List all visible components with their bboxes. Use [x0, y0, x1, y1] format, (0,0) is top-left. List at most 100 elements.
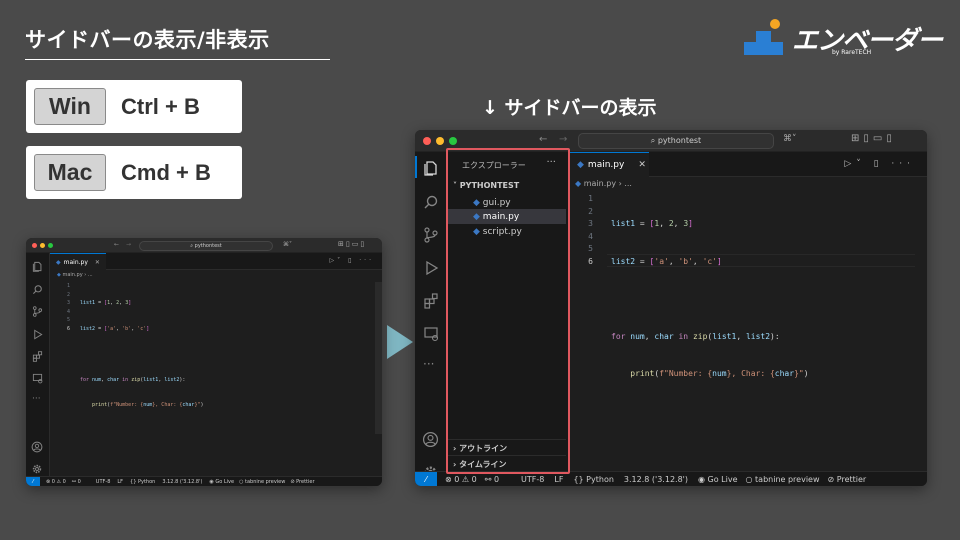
search-text: pythontest — [194, 243, 222, 249]
back-arrow-icon[interactable]: ← — [114, 241, 119, 248]
tab-bar: ◆ main.py ✕ ▷˅ ▯ ··· — [50, 253, 382, 270]
line-number: 5 — [66, 317, 70, 323]
line-number: 6 — [66, 325, 70, 332]
extensions-icon[interactable] — [32, 351, 43, 362]
minimize-window-button[interactable] — [40, 243, 45, 248]
encoding-status[interactable]: UTF-8 — [96, 479, 111, 485]
interpreter-status[interactable]: 3.12.8 ('3.12.8') — [624, 475, 688, 484]
code-line: list1 = [1, 2, 3] — [611, 219, 693, 228]
shortcut-card-mac: Mac Cmd + B — [26, 146, 242, 199]
more-icon[interactable]: ··· — [423, 357, 434, 371]
remote-explorer-icon[interactable] — [423, 326, 439, 342]
code-editor[interactable]: list1 = [1, 2, 3] list2 = ['a', 'b', 'c'… — [611, 193, 809, 443]
editor-scrollbar[interactable] — [375, 282, 382, 434]
minimize-window-button[interactable] — [436, 137, 444, 145]
line-number: 4 — [588, 231, 593, 241]
go-live-button[interactable]: ◉ Go Live — [209, 479, 234, 485]
code-line: print(f"Number: {num}, Char: {char}") — [92, 402, 204, 408]
python-file-icon: ◆ — [57, 272, 61, 278]
prettier-status[interactable]: ⊘ Prettier — [290, 479, 314, 485]
problems-status[interactable]: ⊗ 0 ⚠ 0 — [46, 479, 66, 485]
ports-status[interactable]: ⚯ 0 — [72, 479, 81, 485]
active-indicator — [415, 156, 417, 178]
close-tab-icon[interactable]: ✕ — [95, 259, 100, 266]
breadcrumb-file[interactable]: main.py — [62, 272, 82, 278]
more-icon[interactable]: ··· — [32, 394, 41, 404]
line-numbers: 1 2 3 4 5 6 — [56, 282, 70, 333]
close-window-button[interactable] — [423, 137, 431, 145]
code-line: for num, char in zip(list1, list2): — [80, 376, 186, 383]
forward-arrow-icon[interactable]: → — [559, 134, 567, 145]
line-number: 2 — [588, 206, 593, 216]
warning-count: 0 — [62, 478, 66, 485]
command-center-search[interactable]: ⌕ pythontest — [139, 241, 273, 251]
go-live-button[interactable]: ◉ Go Live — [698, 475, 738, 484]
extensions-icon[interactable] — [423, 293, 439, 309]
code-editor[interactable]: list1 = [1, 2, 3] list2 = ['a', 'b', 'c'… — [80, 282, 203, 452]
tab-main-py[interactable]: ◆ main.py ✕ — [50, 253, 106, 270]
error-count: 0 — [51, 478, 55, 485]
error-count: 0 — [454, 474, 460, 484]
command-center-search[interactable]: ⌕ pythontest — [578, 133, 774, 149]
eol-status[interactable]: LF — [554, 475, 563, 484]
close-window-button[interactable] — [32, 243, 37, 248]
interpreter-status[interactable]: 3.12.8 ('3.12.8') — [162, 479, 202, 485]
settings-gear-icon[interactable] — [31, 463, 43, 475]
eol-status[interactable]: LF — [117, 479, 123, 485]
back-arrow-icon[interactable]: ← — [539, 134, 547, 145]
breadcrumb-more[interactable]: ... — [88, 272, 93, 278]
language-label: Python — [138, 478, 156, 485]
run-debug-icon[interactable] — [32, 329, 43, 340]
language-status[interactable]: {} Python — [130, 479, 155, 485]
editor-actions-icons[interactable]: ▷˅ ▯ ··· — [330, 257, 374, 264]
encoding-status[interactable]: UTF-8 — [521, 475, 544, 484]
line-number: 4 — [66, 308, 70, 315]
ports-status[interactable]: ⚯ 0 — [485, 475, 499, 484]
explorer-icon[interactable] — [423, 160, 439, 176]
code-line: list2 = ['a', 'b', 'c'] — [80, 325, 150, 332]
copilot-icon[interactable]: ⌘˅ — [783, 134, 797, 144]
tabnine-status[interactable]: ○ tabnine preview — [746, 475, 820, 484]
go-live-label: Go Live — [215, 478, 235, 485]
layout-toggle-icons[interactable]: ⊞▯▭▯ — [851, 133, 896, 144]
maximize-window-button[interactable] — [449, 137, 457, 145]
editor-actions-icons[interactable]: ▷˅ ▯ ··· — [844, 159, 915, 169]
remote-explorer-icon[interactable] — [32, 373, 43, 384]
line-number: 3 — [66, 300, 70, 306]
tabnine-status[interactable]: ○ tabnine preview — [239, 479, 285, 485]
copilot-icon[interactable]: ⌘˅ — [283, 241, 292, 248]
breadcrumb-file[interactable]: main.py — [584, 179, 616, 188]
layout-toggle-icons[interactable]: ⊞▯▭▯ — [338, 240, 366, 248]
source-control-icon[interactable] — [423, 227, 439, 243]
line-number: 1 — [588, 194, 593, 203]
title-bar: ← → ⌕ pythontest ⌘˅ ⊞▯▭▯ — [26, 238, 382, 253]
tab-main-py[interactable]: ◆ main.py ✕ — [569, 152, 649, 177]
maximize-window-button[interactable] — [48, 243, 53, 248]
line-number: 2 — [66, 291, 70, 298]
close-tab-icon[interactable]: ✕ — [638, 160, 646, 170]
problems-status[interactable]: ⊗ 0 ⚠ 0 — [445, 475, 477, 484]
remote-indicator-button[interactable]: ⁄ — [26, 477, 40, 486]
activity-bar: ··· 1 — [415, 152, 447, 483]
explorer-icon[interactable] — [32, 261, 43, 272]
run-debug-icon[interactable] — [423, 260, 439, 276]
status-bar: ⁄ ⊗ 0 ⚠ 0 ⚯ 0 UTF-8 LF {} Python 3.12.8 … — [26, 476, 382, 486]
transition-arrow-icon — [387, 325, 413, 359]
search-icon[interactable] — [423, 194, 439, 210]
remote-indicator-button[interactable]: ⁄ — [415, 472, 437, 486]
accounts-icon[interactable] — [422, 431, 439, 448]
forward-arrow-icon[interactable]: → — [126, 241, 131, 248]
prettier-status[interactable]: ⊘ Prettier — [828, 475, 867, 484]
search-icon[interactable] — [32, 284, 43, 295]
prettier-label: Prettier — [296, 478, 315, 485]
accounts-icon[interactable] — [31, 441, 43, 453]
language-status[interactable]: {} Python — [573, 475, 613, 484]
source-control-icon[interactable] — [32, 306, 43, 317]
breadcrumb-more[interactable]: ... — [624, 179, 632, 188]
tab-label: main.py — [63, 258, 88, 266]
language-label: Python — [586, 474, 614, 484]
os-key-label: Win — [34, 88, 106, 125]
vscode-window-sidebar-hidden: ← → ⌕ pythontest ⌘˅ ⊞▯▭▯ ··· ◆ main.py ✕… — [26, 238, 382, 486]
shortcut-combo: Cmd + B — [121, 159, 211, 185]
